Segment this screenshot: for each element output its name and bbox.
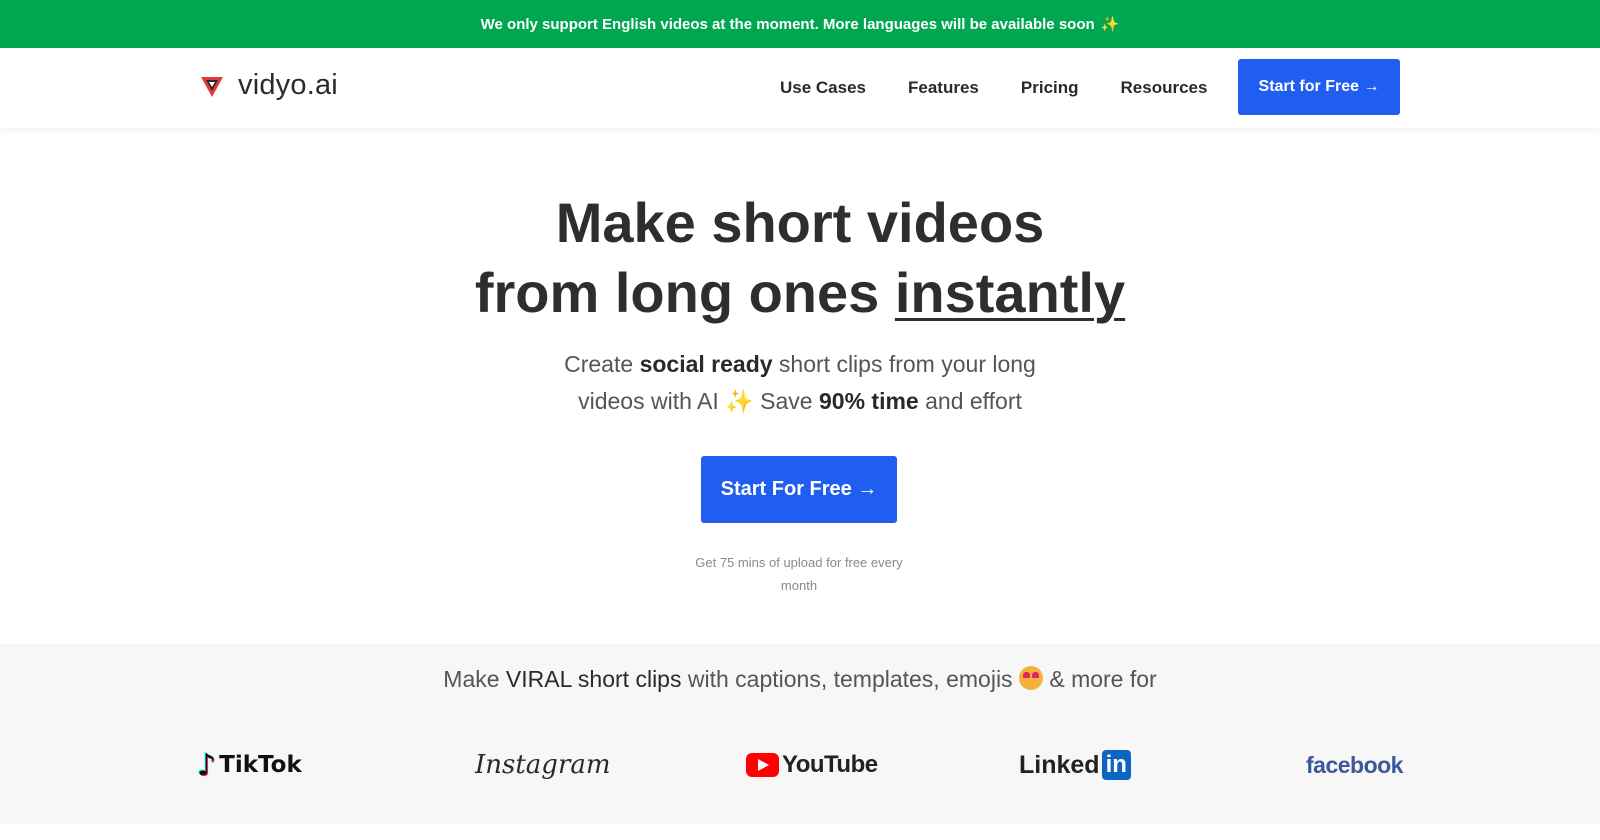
sparkles-icon: ✨ — [725, 388, 754, 414]
heading-text: & more for — [1042, 666, 1157, 692]
star-struck-emoji-icon — [1018, 666, 1043, 690]
subtitle-text: short clips from your long — [772, 351, 1036, 377]
hero-subtitle: Create social ready short clips from you… — [0, 346, 1600, 420]
site-header: vidyo.ai Use Cases Features Pricing Reso… — [0, 48, 1600, 128]
nav-use-cases[interactable]: Use Cases — [780, 78, 866, 98]
heading-text: Make — [443, 666, 506, 692]
hero-title-line1: Make short videos — [555, 191, 1045, 254]
platform-logos: ♪ TikTok Instagram YouTube Linked in fac… — [0, 740, 1600, 790]
subtitle-text: videos with AI — [578, 388, 726, 414]
hero-title-line2: from long ones — [474, 261, 895, 324]
linkedin-wordmark: Linked — [1019, 750, 1100, 779]
subtitle-bold: 90% time — [819, 388, 919, 414]
platforms-section: Make VIRAL short clips with captions, te… — [0, 644, 1600, 824]
linkedin-logo: Linked in — [1019, 740, 1131, 790]
sparkles-icon: ✨ — [1100, 16, 1120, 33]
youtube-wordmark: YouTube — [782, 751, 878, 778]
nav-resources[interactable]: Resources — [1121, 78, 1208, 98]
tiktok-wordmark: TikTok — [219, 752, 302, 778]
subtitle-bold: social ready — [639, 351, 773, 377]
instagram-logo: Instagram — [475, 740, 611, 790]
header-start-free-button[interactable]: Start for Free → — [1238, 59, 1400, 115]
announcement-banner: We only support English videos at the mo… — [0, 0, 1600, 48]
facebook-logo: facebook — [1306, 740, 1403, 790]
platforms-heading: Make VIRAL short clips with captions, te… — [0, 666, 1600, 693]
facebook-wordmark: facebook — [1306, 751, 1403, 778]
subtitle-text: Save — [753, 388, 819, 414]
heading-text: with captions, templates, emojis — [681, 666, 1013, 692]
hero-start-free-button[interactable]: Start For Free → — [701, 456, 897, 523]
heading-bold: VIRAL short clips — [505, 666, 682, 692]
hero-title: Make short videos from long ones instant… — [0, 188, 1600, 328]
subtitle-text: Create — [564, 351, 640, 377]
logo[interactable]: vidyo.ai — [198, 69, 338, 102]
banner-text: We only support English videos at the mo… — [480, 15, 1095, 33]
linkedin-in-icon: in — [1101, 750, 1131, 780]
subtitle-text: and effort — [918, 388, 1022, 414]
hero-title-emphasis: instantly — [894, 261, 1126, 324]
vidyo-logo-icon — [198, 72, 226, 100]
main-nav: Use Cases Features Pricing Resources — [780, 48, 1249, 128]
youtube-play-icon — [746, 753, 779, 777]
logo-text: vidyo.ai — [238, 69, 338, 101]
tiktok-icon: ♪ — [197, 747, 217, 783]
nav-pricing[interactable]: Pricing — [1021, 78, 1079, 98]
tiktok-logo: ♪ TikTok — [197, 740, 302, 790]
youtube-logo: YouTube — [746, 740, 878, 790]
instagram-wordmark: Instagram — [475, 750, 611, 780]
free-upload-note: Get 75 mins of upload for free every mon… — [695, 555, 903, 593]
nav-features[interactable]: Features — [908, 78, 979, 98]
